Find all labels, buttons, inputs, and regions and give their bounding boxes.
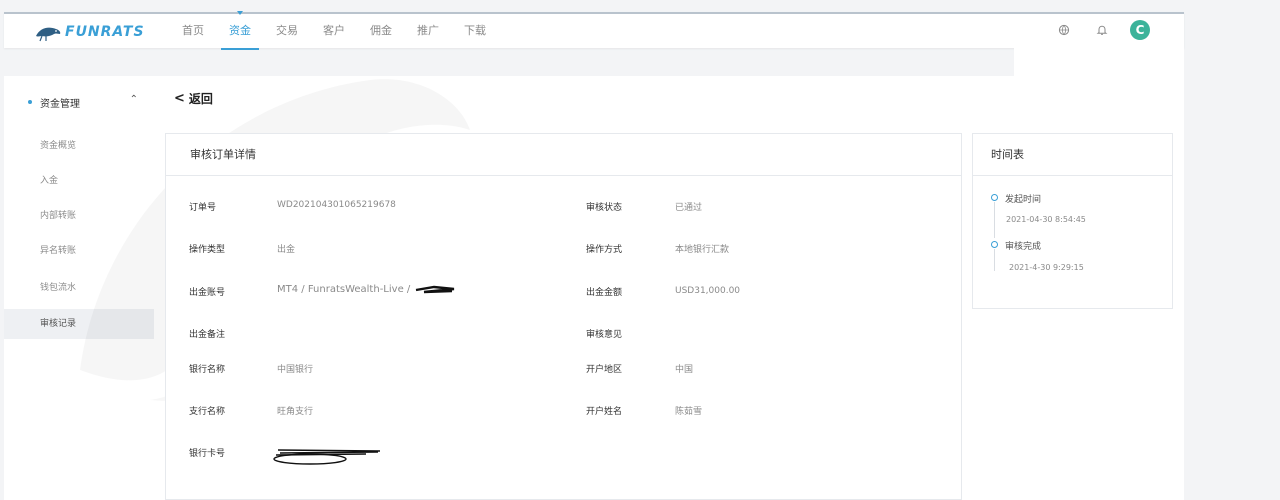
sidebar-item-internal-transfer[interactable]: 内部转账 <box>4 201 154 231</box>
amount-value: USD31,000.00 <box>675 286 741 296</box>
card-no-label: 银行卡号 <box>189 449 226 459</box>
sidebar-item-deposit[interactable]: 入金 <box>4 166 154 196</box>
sidebar-section-funds[interactable]: 资金管理 ⌃ <box>4 90 154 114</box>
globe-icon[interactable] <box>1054 20 1074 40</box>
nav-item-trade[interactable]: 交易 <box>264 14 310 48</box>
bullet-icon <box>28 100 32 104</box>
redaction-scribble <box>273 449 381 465</box>
sidebar-item-wallet-history[interactable]: 钱包流水 <box>4 273 154 303</box>
back-button[interactable]: < 返回 <box>174 90 213 107</box>
timeline-card: 时间表 发起时间 2021-04-30 8:54:45 审核完成 2021-4-… <box>972 133 1173 309</box>
op-method-label: 操作方式 <box>586 245 623 255</box>
chevron-up-icon: ⌃ <box>129 94 138 105</box>
timeline-event-label: 审核完成 <box>1005 242 1042 252</box>
account-label: 出金账号 <box>189 288 226 298</box>
top-navigation-bar: FUNRATS 首页 资金 交易 客户 佣金 推广 下载 C <box>4 11 1184 50</box>
timeline-event-time: 2021-04-30 8:54:45 <box>1006 215 1086 224</box>
sidebar-item-overview[interactable]: 资金概览 <box>4 131 154 161</box>
sidebar-item-audit-records[interactable]: 审核记录 <box>4 309 154 339</box>
account-value: MT4 / FunratsWealth-Live / <box>277 284 411 295</box>
bank-value: 中国银行 <box>277 365 314 375</box>
brand-logo[interactable]: FUNRATS <box>34 21 145 43</box>
branch-label: 支行名称 <box>189 407 226 417</box>
remark-label: 出金备注 <box>189 330 226 340</box>
op-type-label: 操作类型 <box>189 245 226 255</box>
order-detail-title: 审核订单详情 <box>166 134 961 176</box>
brand-name: FUNRATS <box>65 24 145 40</box>
order-no-value: WD202104301065219678 <box>277 200 396 210</box>
holder-label: 开户姓名 <box>586 407 623 417</box>
op-method-value: 本地银行汇款 <box>675 245 730 255</box>
back-label: 返回 <box>188 92 213 106</box>
timeline-event-time: 2021-4-30 9:29:15 <box>1009 263 1084 272</box>
timeline-event-label: 发起时间 <box>1005 195 1042 205</box>
region-label: 开户地区 <box>586 365 623 375</box>
timeline-connector <box>994 249 995 271</box>
nav-item-commission[interactable]: 佣金 <box>358 14 404 48</box>
redaction-scribble <box>415 285 455 294</box>
sidebar: 资金管理 ⌃ 资金概览 入金 内部转账 异名转账 钱包流水 审核记录 <box>4 76 154 500</box>
status-label: 审核状态 <box>586 203 623 213</box>
order-no-label: 订单号 <box>189 203 217 213</box>
region-value: 中国 <box>675 365 694 375</box>
amount-label: 出金金额 <box>586 288 623 298</box>
holder-value: 陈茹雪 <box>675 407 703 417</box>
bell-icon[interactable] <box>1092 20 1112 40</box>
op-type-value: 出金 <box>277 245 296 255</box>
nav-item-download[interactable]: 下载 <box>452 14 498 48</box>
nav-item-clients[interactable]: 客户 <box>311 14 357 48</box>
sidebar-item-third-party-transfer[interactable]: 异名转账 <box>4 236 154 266</box>
nav-item-promotion[interactable]: 推广 <box>405 14 451 48</box>
main-nav: 首页 资金 交易 客户 佣金 推广 下载 <box>170 11 499 50</box>
user-avatar[interactable]: C <box>1130 20 1150 40</box>
rat-logo-icon <box>36 27 61 42</box>
sidebar-section-title: 资金管理 <box>40 98 80 110</box>
order-detail-card: 审核订单详情 订单号 WD202104301065219678 审核状态 已通过… <box>165 133 962 500</box>
header-right-panel <box>1014 48 1184 76</box>
timeline-title: 时间表 <box>973 134 1172 176</box>
timeline-connector <box>994 202 995 238</box>
bank-label: 银行名称 <box>189 365 226 375</box>
top-actions: C <box>1036 20 1150 40</box>
nav-item-funds[interactable]: 资金 <box>217 11 263 50</box>
status-value: 已通过 <box>675 203 703 213</box>
nav-item-home[interactable]: 首页 <box>170 14 216 48</box>
opinion-label: 审核意见 <box>586 330 623 340</box>
timeline-dot-icon <box>991 241 998 248</box>
chevron-left-icon: < <box>174 91 185 106</box>
page-margin-right <box>1184 0 1280 500</box>
branch-value: 旺角支行 <box>277 407 314 417</box>
timeline-dot-icon <box>991 194 998 201</box>
